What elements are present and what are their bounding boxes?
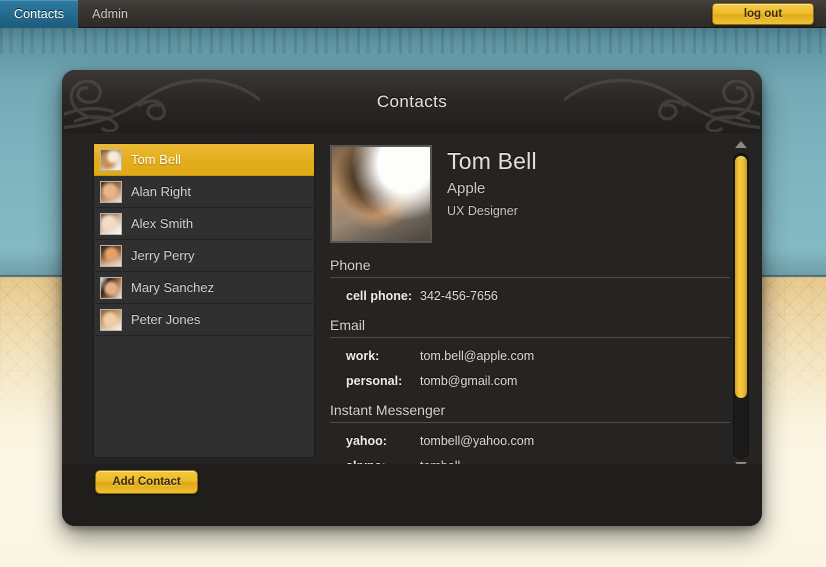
section-title: Phone — [330, 257, 730, 278]
avatar — [100, 308, 122, 331]
contact-name: Alex Smith — [131, 216, 194, 231]
contact-detail-name: Tom Bell — [447, 148, 537, 174]
contact-name: Jerry Perry — [131, 248, 195, 263]
contact-detail-role: UX Designer — [447, 204, 518, 219]
contact-list-item-mary-sanchez[interactable]: Mary Sanchez — [94, 272, 314, 304]
modal-footer: Add Contact — [62, 464, 762, 526]
logout-button-label: log out — [743, 8, 783, 20]
nav-tab-contacts[interactable]: Contacts — [0, 0, 79, 28]
avatar — [100, 212, 122, 235]
top-navigation-bar: Contacts Admin log out — [0, 0, 826, 28]
field-label: yahoo: — [346, 434, 387, 448]
add-contact-button-label: Add Contact — [112, 476, 181, 488]
field-value: 342-456-7656 — [420, 289, 498, 303]
section-title: Email — [330, 317, 730, 338]
contacts-modal: Contacts Tom Bell Alan Right Alex Smith — [62, 70, 762, 526]
field-value: tombell@yahoo.com — [420, 434, 535, 448]
avatar — [100, 276, 122, 299]
contact-photo — [330, 145, 432, 243]
contact-detail-company: Apple — [447, 180, 486, 198]
contact-name: Tom Bell — [131, 152, 181, 167]
contact-detail-panel: Tom Bell Apple UX Designer Phone cell ph… — [330, 143, 730, 468]
contact-list-item-alex-smith[interactable]: Alex Smith — [94, 208, 314, 240]
contact-list[interactable]: Tom Bell Alan Right Alex Smith Jerry Per… — [93, 143, 315, 458]
detail-section-instant-messenger: Instant Messenger yahoo: tombell@yahoo.c… — [330, 402, 730, 468]
scroll-up-arrow-icon[interactable] — [735, 141, 747, 150]
field-value: tom.bell@apple.com — [420, 349, 535, 363]
field-value: tomb@gmail.com — [420, 374, 518, 388]
add-contact-button[interactable]: Add Contact — [95, 470, 198, 494]
contact-name: Mary Sanchez — [131, 280, 215, 295]
field-email-work: work: tom.bell@apple.com — [330, 349, 730, 363]
field-label: personal: — [346, 374, 403, 388]
section-title: Instant Messenger — [330, 402, 730, 423]
detail-section-phone: Phone cell phone: 342-456-7656 — [330, 257, 730, 303]
modal-header: Contacts — [62, 70, 762, 133]
detail-section-email: Email work: tom.bell@apple.com personal:… — [330, 317, 730, 388]
contact-identity: Tom Bell Apple UX Designer — [447, 145, 537, 243]
contact-list-item-peter-jones[interactable]: Peter Jones — [94, 304, 314, 336]
contact-detail-header: Tom Bell Apple UX Designer — [330, 143, 730, 243]
field-label: cell phone: — [346, 289, 412, 303]
detail-scrollbar[interactable] — [732, 141, 750, 471]
field-cell-phone: cell phone: 342-456-7656 — [330, 289, 730, 303]
modal-title: Contacts — [376, 92, 448, 111]
nav-tab-admin[interactable]: Admin — [78, 0, 142, 28]
nav-tab-admin-label: Admin — [92, 7, 129, 21]
avatar — [100, 148, 122, 171]
contact-name: Alan Right — [131, 184, 191, 199]
field-label: work: — [346, 349, 380, 363]
logout-button[interactable]: log out — [712, 3, 814, 25]
field-email-personal: personal: tomb@gmail.com — [330, 374, 730, 388]
avatar — [100, 180, 122, 203]
contact-list-item-tom-bell[interactable]: Tom Bell — [94, 144, 314, 176]
page-root: Contacts Admin log out Contacts Tom Bell… — [0, 0, 826, 567]
nav-tab-contacts-label: Contacts — [14, 7, 65, 21]
scrollbar-track[interactable] — [733, 153, 749, 459]
scrollbar-thumb[interactable] — [735, 156, 747, 398]
avatar — [100, 244, 122, 267]
contact-name: Peter Jones — [131, 312, 201, 327]
contact-list-item-jerry-perry[interactable]: Jerry Perry — [94, 240, 314, 272]
contact-list-item-alan-right[interactable]: Alan Right — [94, 176, 314, 208]
nav-tab-list: Contacts Admin — [0, 0, 826, 28]
field-im-yahoo: yahoo: tombell@yahoo.com — [330, 434, 730, 448]
